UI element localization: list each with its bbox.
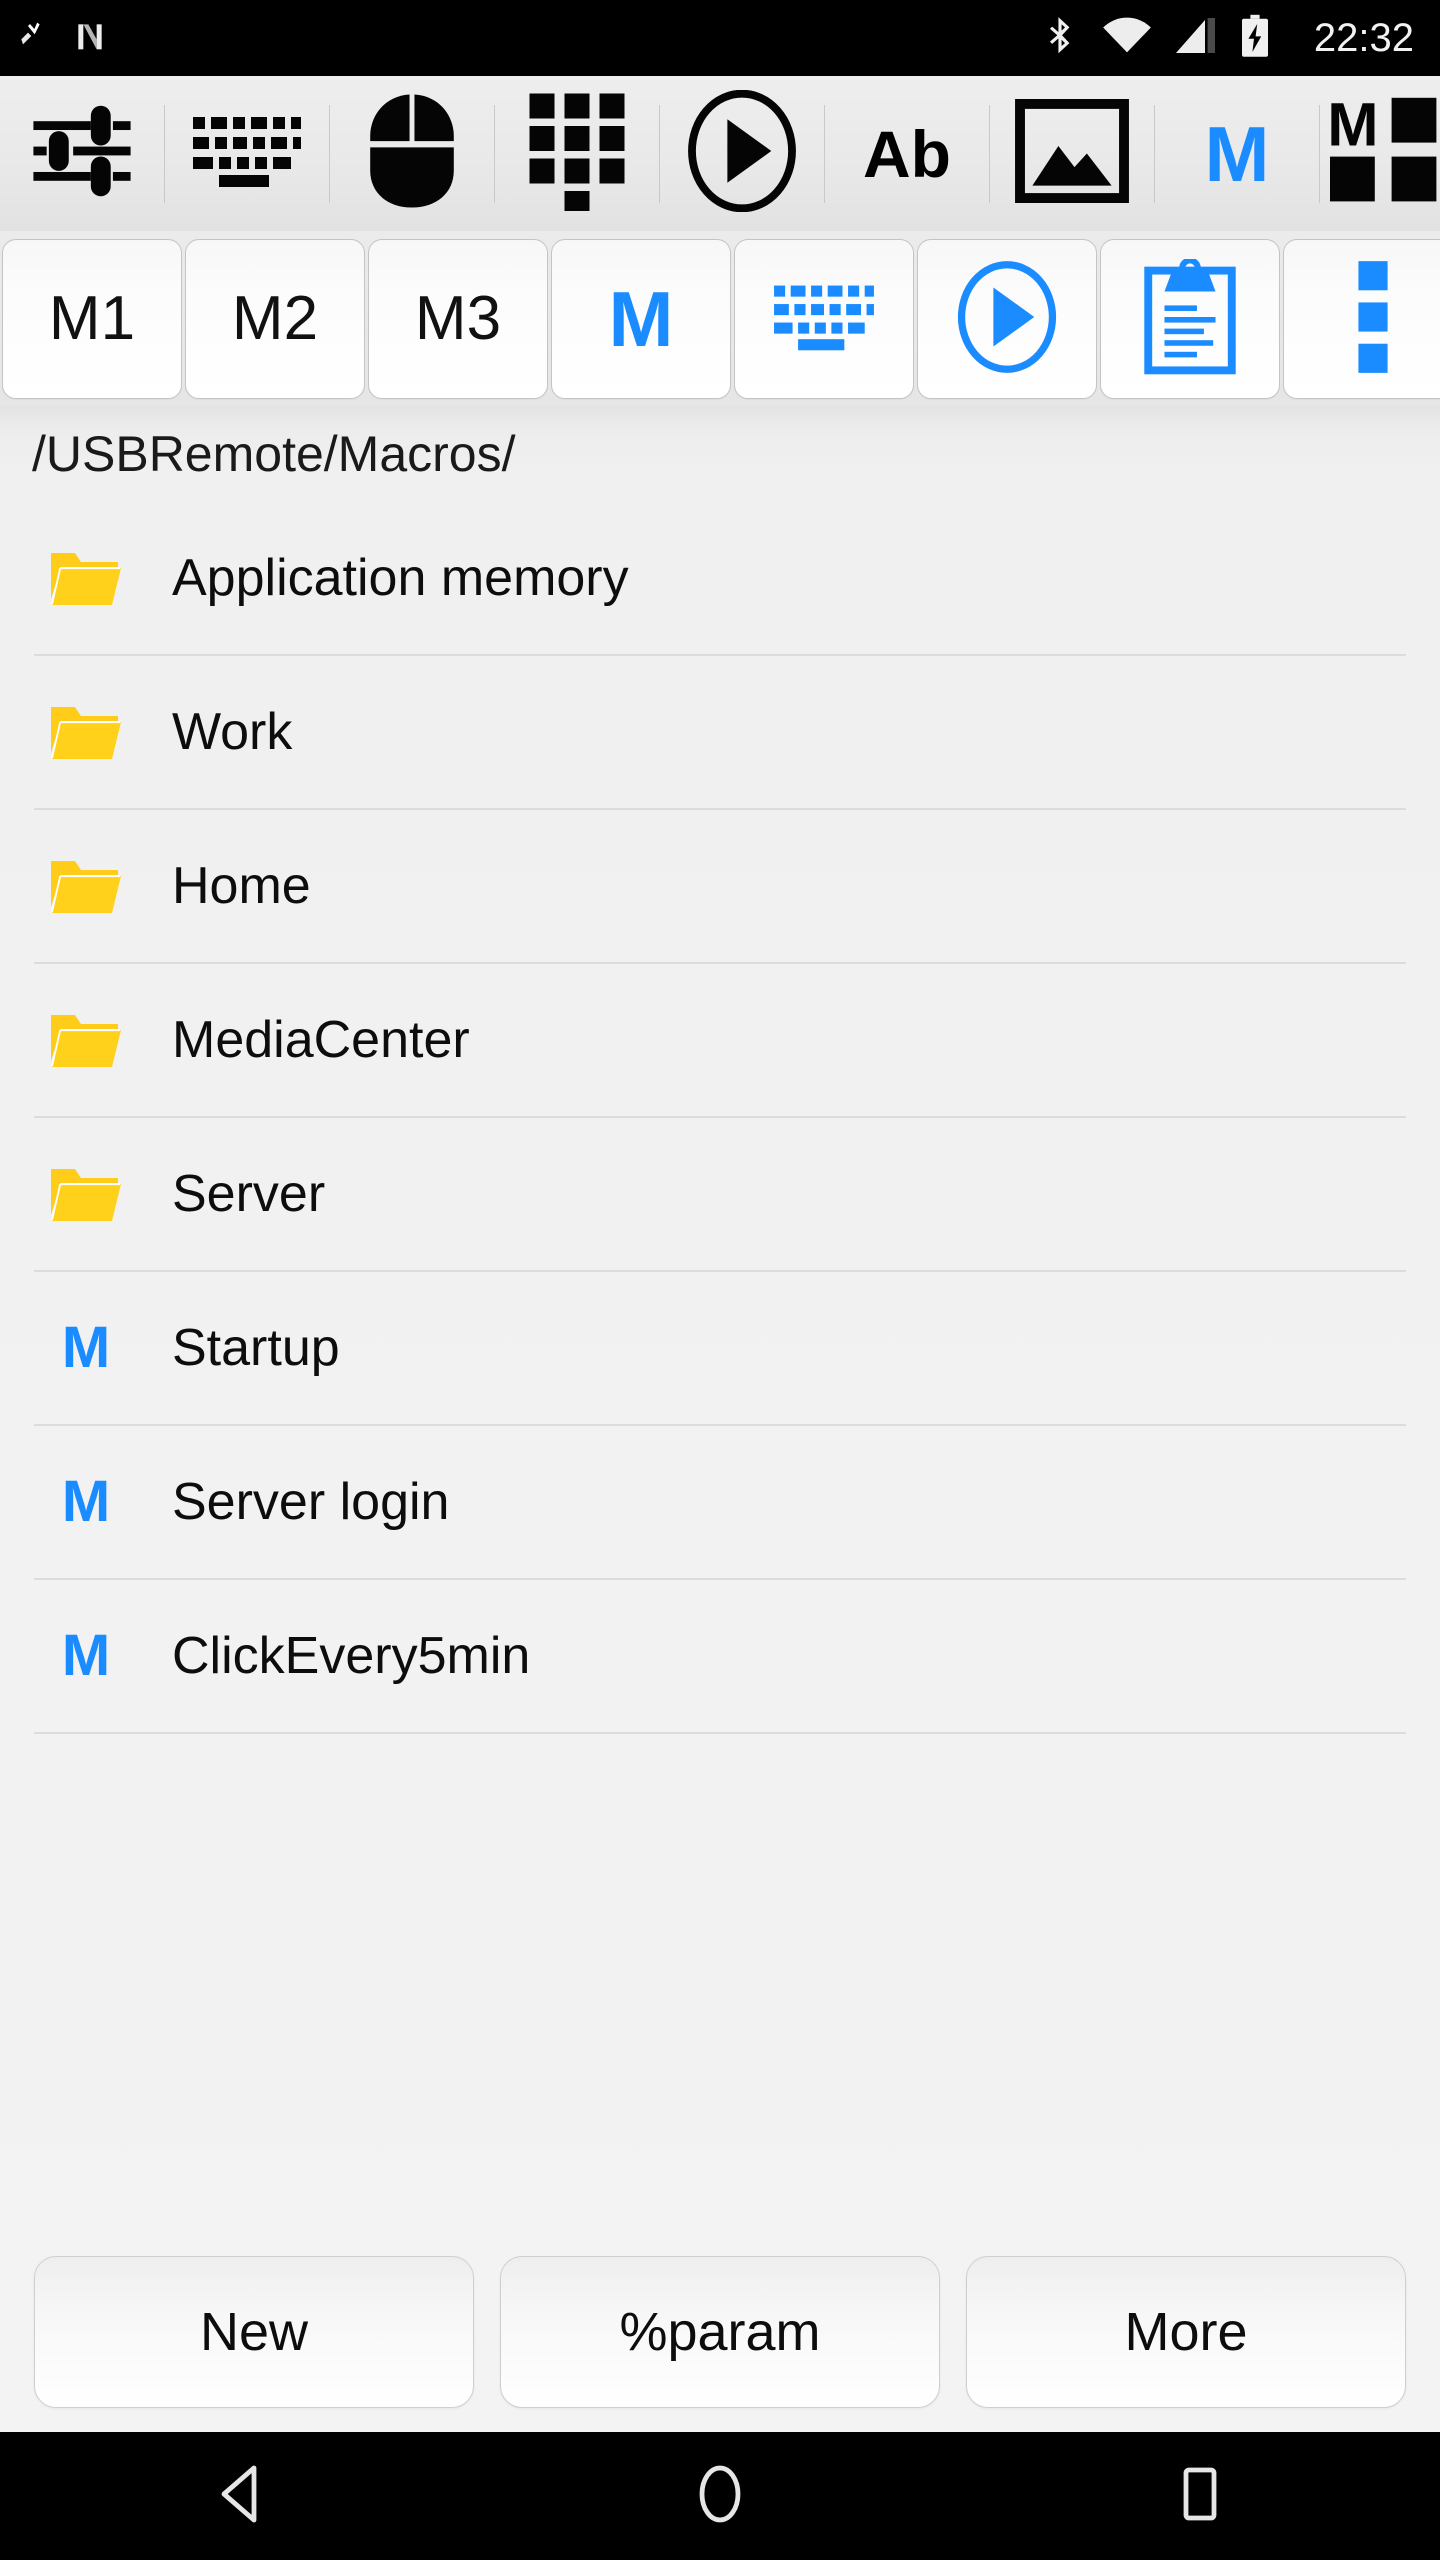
numpad-icon [527, 91, 627, 216]
status-bar-left-icons [18, 16, 110, 61]
folder-icon [0, 701, 172, 763]
settings-sliders-icon [29, 98, 135, 209]
toolbar-numpad-button[interactable] [495, 76, 659, 231]
list-item-label: MediaCenter [172, 1011, 470, 1069]
toolbar-macro-grid-button[interactable]: M [1320, 76, 1440, 231]
macro-file-icon: M [0, 1627, 172, 1685]
list-item[interactable]: Work [0, 656, 1440, 808]
list-item[interactable]: MediaCenter [0, 964, 1440, 1116]
param-button-label: %param [619, 2302, 821, 2362]
keyboard-icon [772, 280, 876, 359]
current-path-label: /USBRemote/Macros/ [32, 426, 516, 482]
toolbar-play-button[interactable] [660, 76, 824, 231]
svg-text:M: M [1327, 95, 1378, 159]
macro-m-glyph: M [61, 1469, 111, 1534]
content-area: /USBRemote/Macros/ Application memory Wo… [0, 406, 1440, 2432]
list-item-label: Server [172, 1165, 326, 1223]
file-list: Application memory Work Home MediaCenter… [0, 502, 1440, 1734]
play-icon [957, 259, 1057, 380]
status-bar-right-icons: 22:32 [1040, 14, 1414, 63]
toolbar-macro-button[interactable]: M [1155, 76, 1319, 231]
more-button-label: More [1124, 2302, 1248, 2362]
text-ab-icon: Ab [863, 116, 951, 191]
list-item-label: Application memory [172, 549, 629, 607]
tab-m1[interactable]: M1 [2, 239, 182, 399]
app-notification-icon [18, 16, 58, 61]
list-item[interactable]: Server [0, 1118, 1440, 1270]
tab-macro-label: M [608, 275, 674, 363]
tab-m3[interactable]: M3 [368, 239, 548, 399]
folder-icon [0, 855, 172, 917]
list-item[interactable]: Home [0, 810, 1440, 962]
mouse-icon [367, 92, 457, 215]
toolbar-settings-button[interactable] [0, 76, 164, 231]
list-item[interactable]: M Startup [0, 1272, 1440, 1424]
list-item-label: Server login [172, 1473, 450, 1531]
macro-grid-icon: M [1326, 90, 1440, 212]
macro-file-icon: M [0, 1473, 172, 1531]
toolbar-text-button[interactable]: Ab [825, 76, 989, 231]
list-item[interactable]: M Server login [0, 1426, 1440, 1578]
macro-m-glyph: M [61, 1623, 111, 1688]
list-item[interactable]: M ClickEvery5min [0, 1580, 1440, 1732]
android-nav-bar [0, 2432, 1440, 2560]
tab-keyboard[interactable] [734, 239, 914, 399]
top-toolbar: Ab M M [0, 76, 1440, 231]
nav-recents-button[interactable] [1100, 2432, 1300, 2560]
new-button[interactable]: New [34, 2256, 474, 2408]
list-item-label: Work [172, 703, 293, 761]
folder-icon [0, 547, 172, 609]
more-button[interactable]: More [966, 2256, 1406, 2408]
tab-m3-label: M3 [414, 284, 502, 353]
n-logo-icon [70, 16, 110, 61]
nav-home-button[interactable] [620, 2432, 820, 2560]
macro-tab-strip: M1 M2 M3 M [0, 231, 1440, 406]
tab-m2-label: M2 [231, 284, 319, 353]
macro-m-icon: M [1204, 109, 1270, 198]
bottom-button-bar: New %param More [0, 2232, 1440, 2432]
play-icon [688, 89, 796, 217]
home-icon [692, 2464, 748, 2529]
macro-file-icon: M [0, 1319, 172, 1377]
tab-overflow[interactable] [1283, 239, 1440, 399]
cellular-signal-icon [1174, 16, 1218, 61]
list-item-label: ClickEvery5min [172, 1627, 531, 1685]
status-bar-clock: 22:32 [1313, 16, 1414, 60]
nav-back-button[interactable] [140, 2432, 340, 2560]
image-icon [1014, 99, 1130, 208]
toolbar-keyboard-button[interactable] [165, 76, 329, 231]
tab-macro[interactable]: M [551, 239, 731, 399]
tab-m2[interactable]: M2 [185, 239, 365, 399]
app-screen: 22:32 Ab M M M1 M2 M3 M /USBRemote/Macro… [0, 0, 1440, 2560]
list-empty-space [0, 1734, 1440, 2232]
overflow-menu-icon [1356, 258, 1390, 381]
list-item-label: Home [172, 857, 311, 915]
back-icon [212, 2464, 268, 2529]
new-button-label: New [199, 2302, 309, 2362]
folder-icon [0, 1163, 172, 1225]
list-item[interactable]: Application memory [0, 502, 1440, 654]
toolbar-image-button[interactable] [990, 76, 1154, 231]
bluetooth-icon [1040, 14, 1080, 63]
tab-m1-label: M1 [48, 284, 136, 353]
list-item-label: Startup [172, 1319, 340, 1377]
recents-icon [1174, 2464, 1226, 2529]
macro-m-glyph: M [61, 1315, 111, 1380]
keyboard-icon [191, 111, 303, 196]
param-button[interactable]: %param [500, 2256, 940, 2408]
status-bar: 22:32 [0, 0, 1440, 76]
tab-play[interactable] [917, 239, 1097, 399]
path-breadcrumb[interactable]: /USBRemote/Macros/ [0, 406, 1440, 502]
toolbar-mouse-button[interactable] [330, 76, 494, 231]
tab-clipboard[interactable] [1100, 239, 1280, 399]
clipboard-icon [1143, 256, 1237, 380]
folder-icon [0, 1009, 172, 1071]
wifi-icon [1102, 16, 1152, 61]
battery-charging-icon [1240, 14, 1270, 63]
